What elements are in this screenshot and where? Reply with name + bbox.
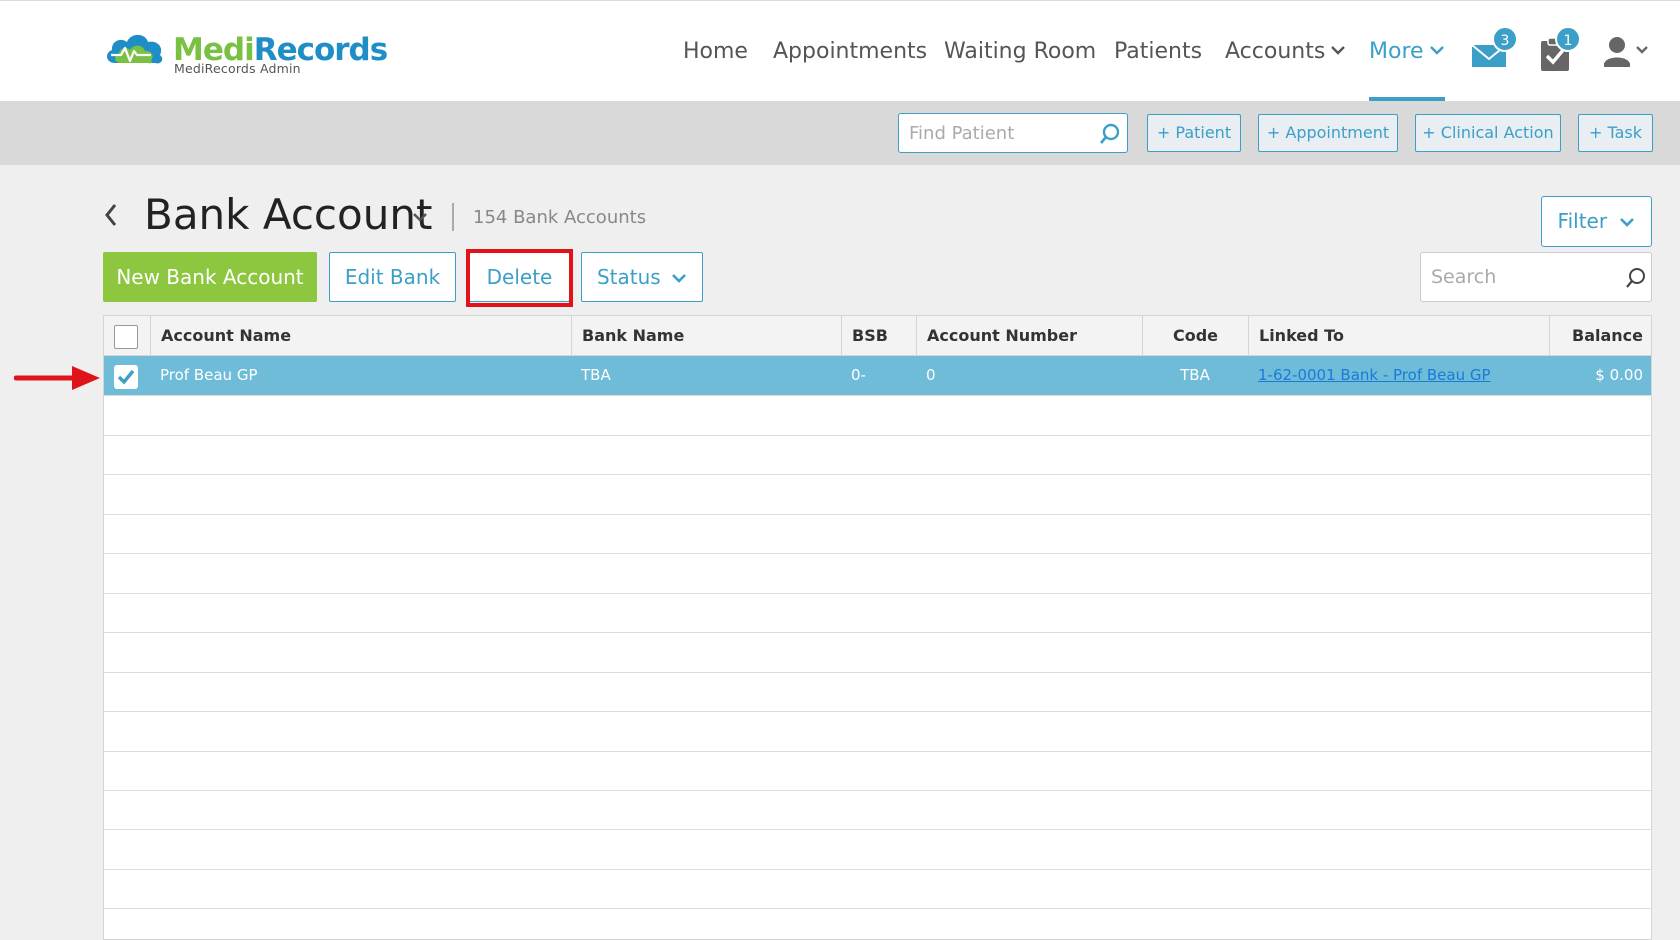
cell-code: TBA — [1180, 366, 1210, 384]
user-menu[interactable] — [1602, 29, 1652, 73]
tasks-button[interactable]: 1 — [1537, 26, 1583, 73]
chevron-down-icon — [1620, 218, 1635, 227]
empty-row — [104, 751, 1651, 791]
nav-more[interactable]: More — [1369, 39, 1444, 64]
select-all-cell — [104, 316, 150, 355]
delete-highlight-box — [466, 249, 573, 307]
cell-account-number: 0 — [926, 366, 936, 384]
column-account-number[interactable]: Account Number — [916, 316, 1142, 355]
tasks-badge: 1 — [1555, 26, 1581, 52]
nav-patients-label: Patients — [1114, 39, 1203, 64]
column-bsb[interactable]: BSB — [841, 316, 916, 355]
empty-row — [104, 790, 1651, 830]
add-appointment-button[interactable]: + Appointment — [1258, 114, 1398, 152]
empty-row — [104, 712, 1651, 752]
new-bank-account-button[interactable]: New Bank Account — [103, 252, 317, 302]
add-task-button[interactable]: + Task — [1578, 114, 1653, 152]
table-search-input[interactable] — [1431, 264, 1616, 290]
quick-action-bar: + Patient + Appointment + Clinical Actio… — [0, 101, 1680, 165]
red-arrow-annotation-icon — [14, 366, 100, 390]
cell-bsb: 0- — [851, 366, 866, 384]
nav-waiting-room[interactable]: Waiting Room — [944, 39, 1096, 64]
linked-account-link[interactable]: 1-62-0001 Bank - Prof Beau GP — [1258, 366, 1491, 384]
cell-linked-to: 1-62-0001 Bank - Prof Beau GP — [1248, 356, 1549, 395]
bank-account-table: Account Name Bank Name BSB Account Numbe… — [103, 315, 1652, 940]
nav-appointments[interactable]: Appointments — [773, 39, 927, 64]
select-all-checkbox[interactable] — [114, 325, 138, 349]
messages-badge: 3 — [1492, 26, 1518, 52]
filter-button-label: Filter — [1557, 209, 1608, 233]
chevron-down-icon — [672, 274, 686, 283]
nav-appointments-label: Appointments — [773, 39, 928, 64]
messages-button[interactable]: 3 — [1470, 26, 1518, 73]
add-clinical-action-button[interactable]: + Clinical Action — [1415, 114, 1561, 152]
find-patient-input[interactable] — [909, 120, 1089, 146]
table-header: Account Name Bank Name BSB Account Numbe… — [104, 316, 1651, 356]
nav-waiting-room-label: Waiting Room — [944, 39, 1097, 64]
empty-row — [104, 514, 1651, 554]
column-code[interactable]: Code — [1142, 316, 1248, 355]
find-patient-box — [898, 113, 1128, 153]
nav-patients[interactable]: Patients — [1114, 39, 1202, 64]
empty-row — [104, 475, 1651, 515]
nav-more-label: More — [1369, 39, 1424, 64]
search-icon[interactable] — [1099, 123, 1121, 145]
checkmark-icon — [117, 369, 135, 385]
status-button-label: Status — [596, 265, 661, 289]
nav-accounts[interactable]: Accounts — [1225, 39, 1346, 64]
chevron-down-icon — [1331, 46, 1346, 55]
empty-row — [104, 830, 1651, 870]
cloud-logo-icon — [106, 34, 163, 64]
back-arrow-icon[interactable] — [104, 203, 118, 227]
column-linked-to[interactable]: Linked To — [1248, 316, 1549, 355]
nav-accounts-label: Accounts — [1225, 39, 1326, 64]
column-bank-name[interactable]: Bank Name — [571, 316, 841, 355]
title-dropdown-chevron-icon[interactable] — [412, 212, 428, 222]
filter-button[interactable]: Filter — [1541, 196, 1652, 247]
empty-row — [104, 593, 1651, 633]
title-divider — [452, 203, 454, 231]
row-checkbox[interactable] — [114, 365, 138, 389]
cell-account-name: Prof Beau GP — [160, 366, 258, 384]
empty-row — [104, 869, 1651, 909]
chevron-down-icon — [1429, 46, 1444, 55]
table-row[interactable]: Prof Beau GP TBA 0- 0 TBA 1-62-0001 Bank… — [104, 356, 1651, 396]
top-navigation: MediRecords MediRecords Admin Home Appoi… — [0, 0, 1680, 101]
empty-row — [104, 672, 1651, 712]
empty-row — [104, 396, 1651, 436]
edit-bank-button[interactable]: Edit Bank — [329, 252, 456, 302]
search-icon[interactable] — [1625, 267, 1647, 289]
user-icon — [1604, 37, 1648, 67]
record-count: 154 Bank Accounts — [473, 207, 647, 228]
nav-home-label: Home — [683, 39, 748, 64]
cell-balance: $ 0.00 — [1595, 366, 1643, 384]
table-search-box — [1420, 252, 1652, 302]
status-dropdown-button[interactable]: Status — [581, 252, 703, 302]
add-patient-button[interactable]: + Patient — [1147, 114, 1241, 152]
empty-row — [104, 435, 1651, 475]
empty-row — [104, 554, 1651, 594]
page-title: Bank Account — [144, 190, 433, 239]
medirecords-logo[interactable]: MediRecords MediRecords Admin — [103, 29, 388, 79]
column-account-name[interactable]: Account Name — [150, 316, 571, 355]
nav-home[interactable]: Home — [683, 39, 748, 64]
column-balance[interactable]: Balance — [1549, 316, 1651, 355]
cell-bank-name: TBA — [581, 366, 611, 384]
brand-subtitle: MediRecords Admin — [174, 61, 301, 76]
empty-row — [104, 633, 1651, 673]
